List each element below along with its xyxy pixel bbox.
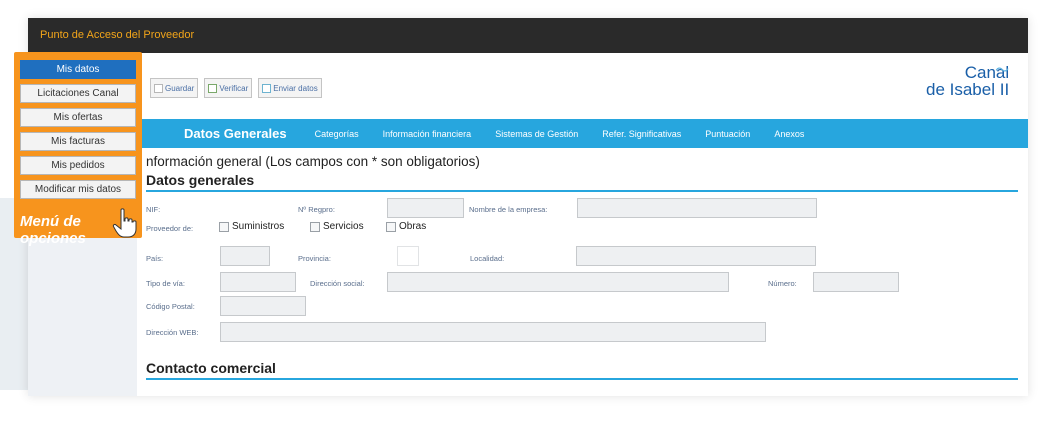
menu-item-mis-pedidos[interactable]: Mis pedidos [20, 156, 136, 175]
toolbar: Guardar Verificar Enviar datos [150, 78, 322, 100]
provider-type-label: Proveedor de: [146, 224, 194, 233]
nregpro-label: Nº Regpro: [298, 205, 335, 214]
menu-caption-line2: opciones [20, 230, 86, 247]
suministros-label: Suministros [232, 221, 285, 232]
website-label: Dirección WEB: [146, 328, 199, 337]
check-icon [208, 83, 218, 93]
nif-label: NIF: [146, 205, 161, 214]
menu-item-licitaciones[interactable]: Licitaciones Canal [20, 84, 136, 103]
obras-label: Obras [399, 221, 427, 232]
street-type-label: Tipo de vía: [146, 279, 185, 288]
wave-icon: 〜 [995, 62, 1010, 78]
section-title-general: Datos generales [146, 172, 255, 188]
tab-categorias[interactable]: Categorías [303, 129, 371, 139]
servicios-checkbox[interactable] [310, 222, 320, 232]
tab-bar: Datos Generales Categorías Información f… [136, 119, 1028, 148]
form-info-title: nformación general (Los campos con * son… [146, 154, 480, 169]
country-label: País: [146, 254, 164, 263]
locality-input[interactable] [576, 246, 816, 266]
pointer-hand-icon [112, 208, 137, 238]
tab-anexos[interactable]: Anexos [762, 129, 816, 139]
postal-code-label: Código Postal: [146, 302, 195, 311]
verify-label: Verificar [219, 83, 249, 93]
country-input[interactable] [220, 246, 270, 266]
section-title-contacto: Contacto comercial [146, 360, 276, 376]
floppy-icon [154, 83, 163, 93]
logo-line2: de Isabel II [926, 80, 1010, 99]
menu-item-mis-facturas[interactable]: Mis facturas [20, 132, 136, 151]
tab-refer-significativas[interactable]: Refer. Significativas [590, 129, 693, 139]
app-window: Punto de Acceso del Proveedor Guardar Ve… [28, 18, 1028, 396]
suministros-checkbox[interactable] [219, 222, 229, 232]
postal-code-input[interactable] [220, 296, 306, 316]
menu-caption-line1: Menú de [20, 213, 81, 230]
address-label: Dirección social: [310, 279, 365, 288]
section-divider-contacto [146, 378, 1018, 380]
address-input[interactable] [387, 272, 729, 292]
menu-item-modificar-datos[interactable]: Modificar mis datos [20, 180, 136, 199]
send-button[interactable]: Enviar datos [258, 78, 322, 98]
app-title: Punto de Acceso del Proveedor [40, 29, 195, 41]
nregpro-input[interactable] [387, 198, 464, 218]
number-input[interactable] [813, 272, 899, 292]
save-button[interactable]: Guardar [150, 78, 199, 98]
street-type-select[interactable] [220, 272, 296, 292]
title-bar: Punto de Acceso del Proveedor [28, 18, 1028, 53]
tab-datos-generales[interactable]: Datos Generales [136, 126, 303, 141]
website-input[interactable] [220, 322, 766, 342]
send-label: Enviar datos [273, 83, 318, 93]
menu-caption: Menú de opciones [20, 213, 86, 247]
tab-puntuacion[interactable]: Puntuación [693, 129, 762, 139]
tab-informacion-financiera[interactable]: Información financiera [371, 129, 484, 139]
company-logo: Canal de Isabel II 〜 [926, 62, 1010, 99]
verify-button[interactable]: Verificar [204, 78, 253, 98]
province-label: Provincia: [298, 254, 331, 263]
number-label: Número: [768, 279, 797, 288]
obras-checkbox[interactable] [386, 222, 396, 232]
locality-label: Localidad: [470, 254, 505, 263]
send-icon [262, 83, 272, 93]
save-label: Guardar [165, 83, 195, 93]
province-select[interactable] [397, 246, 419, 266]
section-divider [146, 190, 1018, 192]
company-name-label: Nombre de la empresa: [469, 205, 548, 214]
menu-item-mis-ofertas[interactable]: Mis ofertas [20, 108, 136, 127]
company-name-input[interactable] [577, 198, 817, 218]
tab-sistemas-gestion[interactable]: Sistemas de Gestión [483, 129, 590, 139]
servicios-label: Servicios [323, 221, 364, 232]
menu-item-mis-datos[interactable]: Mis datos [20, 60, 136, 79]
